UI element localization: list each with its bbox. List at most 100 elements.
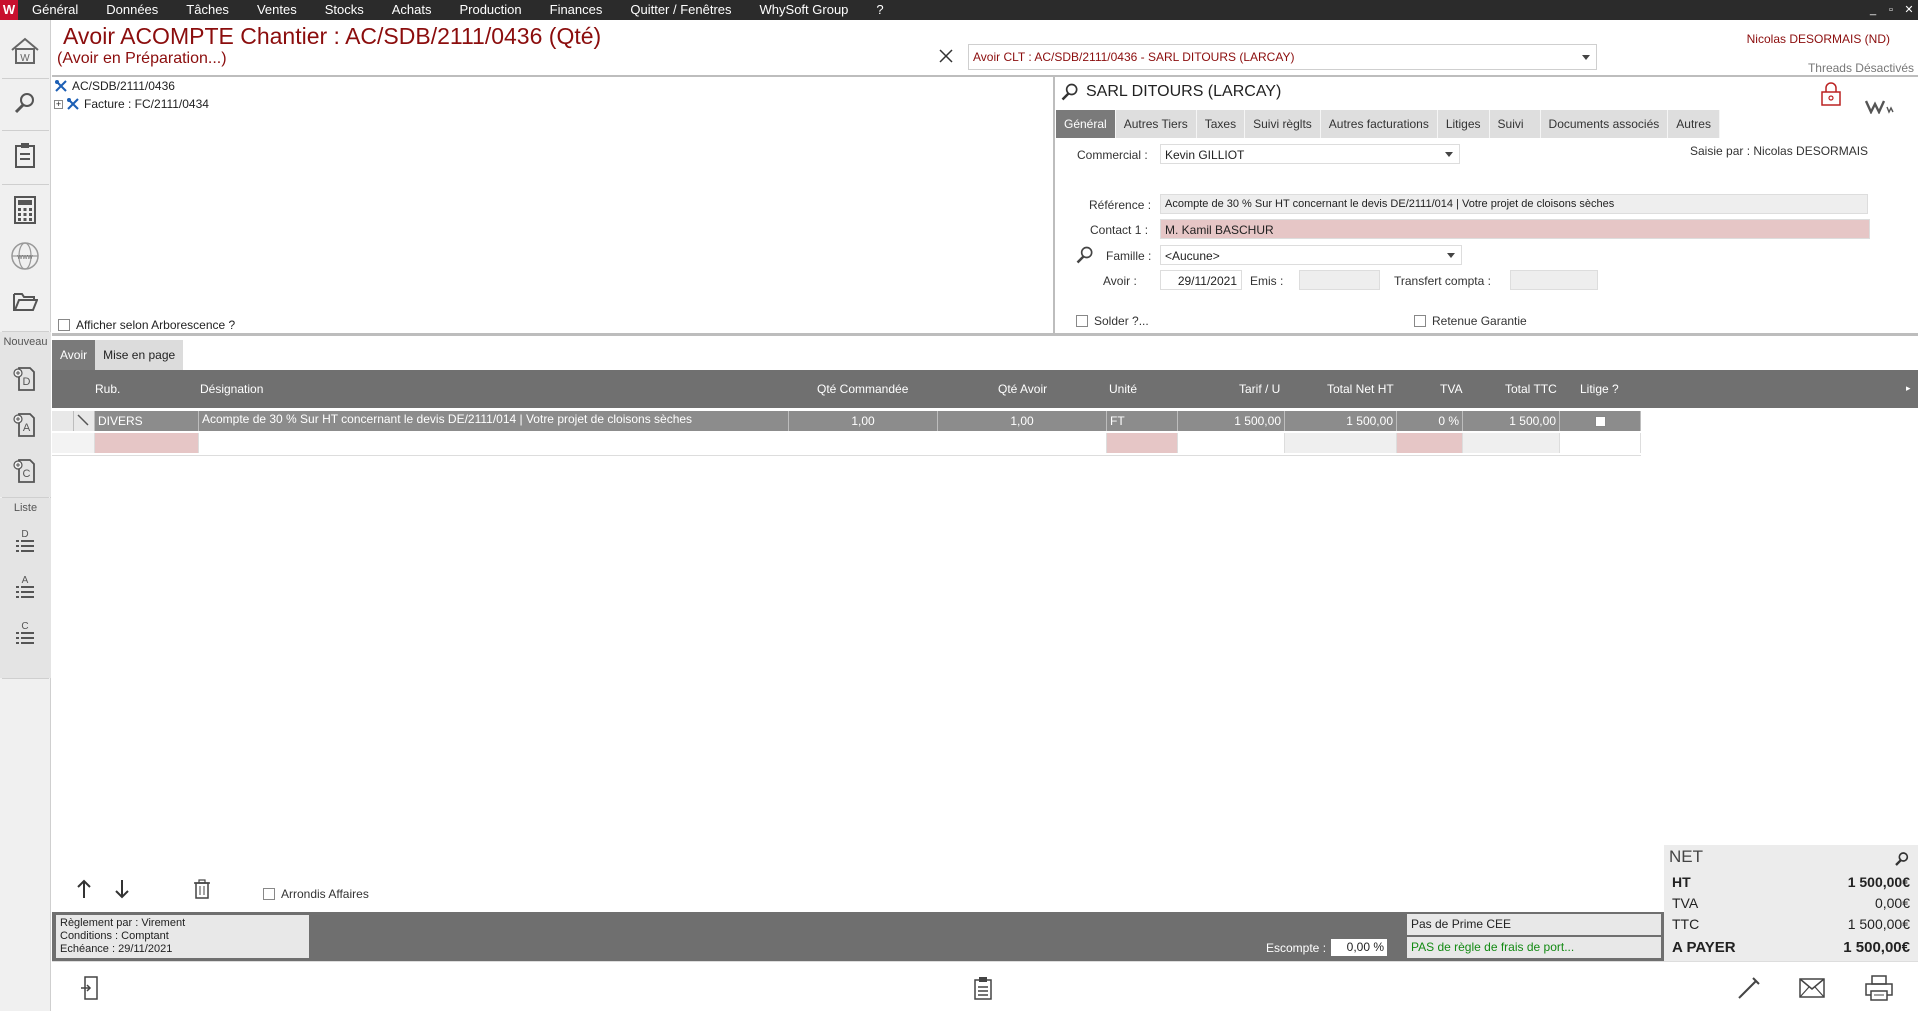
menu-whysoft-group[interactable]: WhySoft Group <box>746 0 863 20</box>
famille-select[interactable]: <Aucune> <box>1160 245 1462 265</box>
tab-avoir[interactable]: Avoir <box>52 340 96 370</box>
app-logo[interactable]: W <box>0 0 18 20</box>
lock-icon[interactable] <box>1818 81 1844 107</box>
expand-icon[interactable]: + <box>54 99 63 109</box>
printer-icon[interactable] <box>1864 974 1894 1002</box>
list-c-letter: C <box>21 621 28 632</box>
calculator-icon[interactable] <box>6 191 44 229</box>
col-unite[interactable]: Unité <box>1109 382 1137 396</box>
menu-ventes[interactable]: Ventes <box>243 0 311 20</box>
prime-cee-field[interactable]: Pas de Prime CEE <box>1407 914 1661 935</box>
col-rub[interactable]: Rub. <box>95 382 120 396</box>
globe-www-icon[interactable]: www <box>6 237 44 275</box>
col-total-ttc[interactable]: Total TTC <box>1505 382 1557 396</box>
menu-achats[interactable]: Achats <box>378 0 446 20</box>
minimize-button[interactable]: _ <box>1864 0 1882 20</box>
tab-mise-en-page[interactable]: Mise en page <box>95 340 183 370</box>
emis-field[interactable] <box>1299 270 1380 290</box>
list-a-icon[interactable]: A <box>6 568 44 606</box>
clipboard-icon[interactable] <box>971 974 995 1002</box>
tab-general[interactable]: Général <box>1056 110 1116 138</box>
cell-rub[interactable]: DIVERS <box>95 411 199 431</box>
menu-finances[interactable]: Finances <box>536 0 617 20</box>
litige-checkbox[interactable] <box>1594 416 1606 428</box>
avoir-date-field[interactable]: 29/11/2021 <box>1160 270 1242 290</box>
new-document-d-icon[interactable]: D <box>6 360 44 398</box>
arrow-up-icon[interactable] <box>74 877 94 901</box>
solder-toggle[interactable]: Solder ?... <box>1076 314 1149 328</box>
payment-info[interactable]: Règlement par : Virement Conditions : Co… <box>56 915 309 958</box>
tab-suivi-reglements[interactable]: Suivi règlts <box>1245 110 1321 138</box>
cell-total-net-ht[interactable]: 1 500,00 <box>1285 411 1397 431</box>
arrow-down-icon[interactable] <box>112 877 132 901</box>
arborescence-checkbox[interactable] <box>58 319 70 331</box>
restore-button[interactable]: ▫ <box>1882 0 1900 20</box>
retenue-garantie-checkbox[interactable] <box>1414 315 1426 327</box>
tab-autres-tiers[interactable]: Autres Tiers <box>1116 110 1197 138</box>
bottom-toolbar <box>52 961 1918 1011</box>
document-select[interactable]: Avoir CLT : AC/SDB/2111/0436 - SARL DITO… <box>968 44 1597 70</box>
new-document-a-icon[interactable]: A <box>6 406 44 444</box>
close-window-button[interactable]: ✕ <box>1900 0 1918 20</box>
list-c-icon[interactable]: C <box>6 614 44 652</box>
arborescence-toggle[interactable]: Afficher selon Arborescence ? <box>58 318 235 332</box>
frais-de-port-field[interactable]: PAS de règle de frais de port... <box>1407 937 1661 958</box>
menu-help[interactable]: ? <box>862 0 897 20</box>
tab-autres-facturations[interactable]: Autres facturations <box>1321 110 1438 138</box>
search-icon[interactable] <box>1892 849 1912 869</box>
row-edit-cell[interactable] <box>74 411 95 431</box>
col-qte-commandee[interactable]: Qté Commandée <box>817 382 908 396</box>
tab-taxes[interactable]: Taxes <box>1197 110 1246 138</box>
exit-door-icon[interactable] <box>78 974 102 1002</box>
list-d-icon[interactable]: D <box>6 522 44 560</box>
reference-field[interactable]: Acompte de 30 % Sur HT concernant le dev… <box>1160 194 1868 214</box>
col-tarif-u[interactable]: Tarif / U <box>1239 382 1280 396</box>
clipboard-icon[interactable] <box>6 136 44 174</box>
tab-suivi[interactable]: Suivi <box>1490 110 1541 138</box>
tree-node-root[interactable]: AC/SDB/2111/0436 <box>54 79 175 93</box>
col-tva[interactable]: TVA <box>1440 382 1462 396</box>
close-icon[interactable] <box>936 46 956 66</box>
col-total-net-ht[interactable]: Total Net HT <box>1327 382 1394 396</box>
contact-field[interactable]: M. Kamil BASCHUR <box>1160 219 1870 239</box>
folder-open-icon[interactable] <box>6 282 44 320</box>
tab-litiges[interactable]: Litiges <box>1438 110 1490 138</box>
pen-icon[interactable] <box>1735 974 1763 1002</box>
retenue-garantie-toggle[interactable]: Retenue Garantie <box>1414 314 1527 328</box>
cell-litige[interactable] <box>1560 411 1641 431</box>
menu-donnees[interactable]: Données <box>92 0 172 20</box>
row-selector[interactable] <box>52 411 74 431</box>
menu-taches[interactable]: Tâches <box>172 0 243 20</box>
solder-checkbox[interactable] <box>1076 315 1088 327</box>
sidebar: W www Nouveau D A C Liste D A C <box>0 20 51 1011</box>
cell-unite[interactable]: FT <box>1107 411 1178 431</box>
cell-tva[interactable]: 0 % <box>1397 411 1463 431</box>
mail-icon[interactable] <box>1797 974 1827 1002</box>
col-litige[interactable]: Litige ? <box>1580 382 1619 396</box>
tab-autres[interactable]: Autres <box>1668 110 1720 138</box>
cell-tarif-u[interactable]: 1 500,00 <box>1178 411 1285 431</box>
search-icon[interactable] <box>1074 244 1096 266</box>
arrondis-affaires-toggle[interactable]: Arrondis Affaires <box>263 887 369 901</box>
menu-general[interactable]: Général <box>18 0 92 20</box>
tab-documents-associes[interactable]: Documents associés <box>1541 110 1669 138</box>
commercial-select[interactable]: Kevin GILLIOT <box>1160 144 1460 164</box>
menu-quitter-fenetres[interactable]: Quitter / Fenêtres <box>616 0 745 20</box>
cell-designation[interactable]: Acompte de 30 % Sur HT concernant le dev… <box>199 411 789 431</box>
new-document-c-icon[interactable]: C <box>6 452 44 490</box>
cell-qte-avoir[interactable]: 1,00 <box>938 411 1107 431</box>
cell-qte-commandee[interactable]: 1,00 <box>789 411 938 431</box>
trash-icon[interactable] <box>190 877 214 901</box>
home-icon[interactable]: W <box>6 32 44 70</box>
arrondis-affaires-checkbox[interactable] <box>263 888 275 900</box>
transfert-compta-field[interactable] <box>1510 270 1598 290</box>
col-qte-avoir[interactable]: Qté Avoir <box>998 382 1047 396</box>
col-designation[interactable]: Désignation <box>200 382 263 396</box>
escompte-field[interactable]: 0,00 % <box>1331 939 1387 956</box>
search-icon[interactable] <box>6 84 44 122</box>
menu-stocks[interactable]: Stocks <box>311 0 378 20</box>
menu-production[interactable]: Production <box>445 0 535 20</box>
chevron-right-icon[interactable]: ▸ <box>1906 383 1911 394</box>
tree-node-facture[interactable]: + Facture : FC/2111/0434 <box>54 97 209 111</box>
cell-total-ttc[interactable]: 1 500,00 <box>1463 411 1560 431</box>
